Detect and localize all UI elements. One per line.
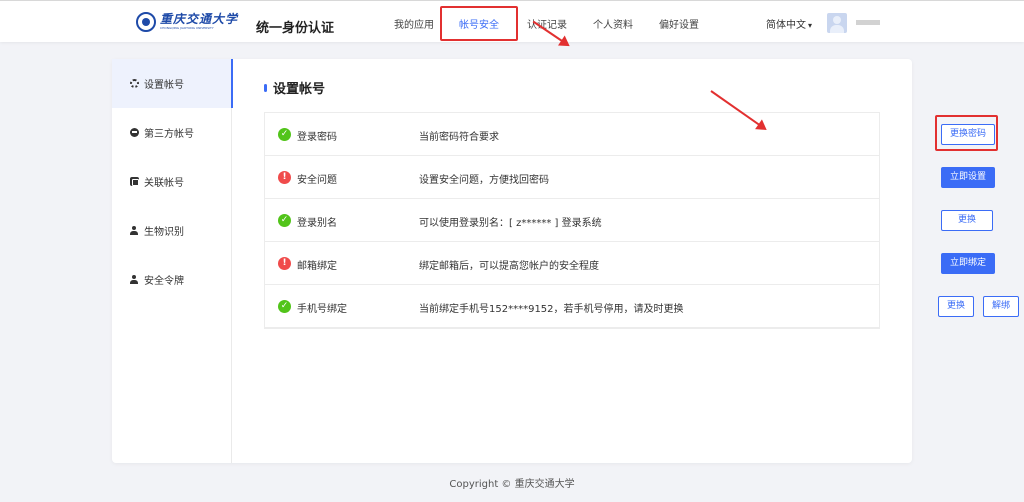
security-settings-table: ✓ 登录密码 当前密码符合要求 更换密码 ! 安全问题 设置安全问题，方便找回密… [264,112,1020,329]
sidebar-item-label: 安全令牌 [144,276,184,287]
sidebar-item-label: 生物识别 [144,227,184,238]
highlight-box-change-password [935,115,998,151]
logo-cn-text: 重庆交通大学 [160,12,239,26]
check-circle-icon: ✓ [278,300,291,313]
sidebar-item-label: 设置帐号 [144,80,184,91]
row-description: 当前密码符合要求 [419,132,499,143]
warning-circle-icon: ! [278,171,291,184]
logo-en-text: CHONGQING JIAOTONG UNIVERSITY [160,26,214,30]
footer-copyright: Copyright © 重庆交通大学 [449,479,575,490]
language-selector[interactable]: 简体中文 ▾ [766,16,812,31]
change-alias-button[interactable]: 更换 [941,210,994,231]
set-security-question-button[interactable]: 立即设置 [941,167,996,188]
nav-preferences[interactable]: 偏好设置 [659,16,699,31]
row-label: 邮箱绑定 [297,261,337,272]
row-label: 安全问题 [297,175,337,186]
sidebar-item-label: 关联帐号 [144,178,184,189]
table-row: ✓ 登录密码 当前密码符合要求 更换密码 [265,113,996,156]
university-seal-icon [136,12,156,32]
university-logo[interactable]: 重庆交通大学 CHONGQING JIAOTONG UNIVERSITY [136,10,237,34]
section-accent-bar [264,83,267,92]
person-icon [130,226,139,235]
settings-sidebar: 设置帐号 第三方帐号 关联帐号 生物识别 安全令牌 [112,59,233,463]
bind-email-button[interactable]: 立即绑定 [941,253,996,274]
check-circle-icon: ✓ [278,128,291,141]
sidebar-item-third-party[interactable]: 第三方帐号 [112,108,232,157]
language-label: 简体中文 [766,20,806,31]
row-label: 手机号绑定 [297,304,347,315]
sidebar-item-biometrics[interactable]: 生物识别 [112,206,232,255]
row-description: 当前绑定手机号152****9152，若手机号停用，请及时更换 [419,304,684,315]
table-row: ! 邮箱绑定 绑定邮箱后，可以提高您帐户的安全程度 立即绑定 [265,242,996,285]
table-row: ! 安全问题 设置安全问题，方便找回密码 立即设置 [265,156,996,199]
warning-circle-icon: ! [278,257,291,270]
chevron-down-icon: ▾ [808,21,813,30]
table-row: ✓ 手机号绑定 当前绑定手机号152****9152，若手机号停用，请及时更换 … [265,285,1020,328]
person-icon [130,275,139,284]
row-description: 设置安全问题，方便找回密码 [419,175,549,186]
table-row: ✓ 登录别名 可以使用登录别名：[ z****** ] 登录系统 更换 [265,199,994,242]
unbind-phone-button[interactable]: 解绑 [983,296,1020,317]
sidebar-item-security-token[interactable]: 安全令牌 [112,255,232,304]
user-avatar[interactable] [827,13,847,33]
row-description: 可以使用登录别名：[ z****** ] 登录系统 [419,218,602,229]
sidebar-item-linked-accounts[interactable]: 关联帐号 [112,157,232,206]
sidebar-item-label: 第三方帐号 [144,129,194,140]
third-party-icon [130,128,139,137]
user-name-redacted[interactable] [856,20,880,25]
change-phone-button[interactable]: 更换 [938,296,975,317]
section-title: 设置帐号 [264,78,325,97]
row-description: 绑定邮箱后，可以提高您帐户的安全程度 [419,261,599,272]
nav-my-apps[interactable]: 我的应用 [394,16,434,31]
nav-profile[interactable]: 个人资料 [593,16,633,31]
gear-icon [130,79,139,88]
highlight-box-nav [440,6,518,41]
sidebar-item-account-settings[interactable]: 设置帐号 [112,59,233,108]
row-label: 登录密码 [297,132,337,143]
main-card: 设置帐号 第三方帐号 关联帐号 生物识别 安全令牌 设置帐号 ✓ 登录密码 当前… [112,59,1020,463]
app-title: 统一身份认证 [256,21,335,36]
check-circle-icon: ✓ [278,214,291,227]
link-account-icon [130,177,139,186]
section-title-text: 设置帐号 [273,82,326,97]
row-label: 登录别名 [297,218,337,229]
